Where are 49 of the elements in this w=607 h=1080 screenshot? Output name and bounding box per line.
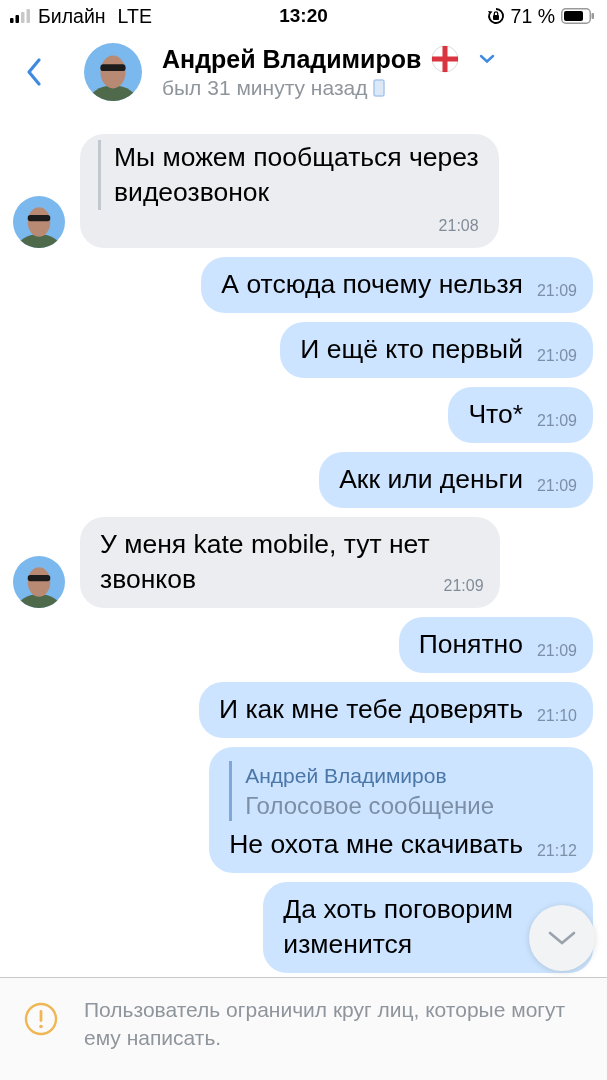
message-text: Акк или деньги (339, 463, 523, 496)
chevron-down-icon (547, 929, 577, 947)
reply-text: Голосовое сообщение (245, 791, 496, 821)
quoted-text: Мы можем пообщаться через видеозвонок (114, 142, 479, 207)
message-time: 21:12 (536, 841, 577, 861)
message-time: 21:09 (536, 281, 577, 301)
message-time: 21:10 (536, 706, 577, 726)
warning-icon (24, 1002, 58, 1036)
battery-percent: 71 % (510, 4, 555, 28)
message-bubble[interactable]: Понятно 21:09 (398, 617, 593, 673)
chevron-down-icon[interactable] (479, 54, 496, 64)
restriction-notice: Пользователь ограничил круг лиц, которые могут ему написать. (84, 997, 567, 1051)
message-time: 21:09 (443, 576, 484, 596)
message-bubble[interactable]: Что* 21:09 (448, 387, 593, 443)
message-text: Не охота мне скачивать (229, 828, 523, 861)
message-bubble[interactable]: У меня kate mobile, тут нет звонков 21:09 (80, 517, 500, 608)
message-text: А отсюда почему нельзя (221, 268, 523, 301)
message-text: У меня kate mobile, тут нет звонков (100, 528, 430, 596)
contact-name[interactable]: Андрей Владимиров (162, 44, 422, 74)
message-text: И как мне тебе доверять (219, 693, 523, 726)
network-type: LTE (117, 4, 152, 28)
rotation-lock-icon (486, 7, 505, 25)
reply-author: Андрей Владимиров (245, 763, 448, 789)
message-text: Что* (468, 398, 523, 431)
message-time: 21:09 (536, 476, 577, 496)
message-time: 21:09 (536, 641, 577, 661)
clock-time: 13:20 (279, 5, 328, 27)
carrier-name: Билайн (38, 4, 106, 28)
phone-icon (373, 78, 386, 97)
message-bubble[interactable]: Акк или деньги 21:09 (319, 452, 593, 508)
message-text: Понятно (418, 628, 523, 661)
signal-icon (10, 9, 32, 23)
flag-icon (431, 45, 460, 73)
message-time: 21:09 (536, 346, 577, 366)
message-text: Да хоть поговорим изменится (283, 893, 513, 961)
message-bubble[interactable]: И ещё кто первый 21:09 (280, 322, 593, 378)
message-time: 21:08 (438, 216, 479, 236)
chevron-left-icon (26, 57, 42, 87)
battery-icon (561, 8, 595, 24)
avatar[interactable] (84, 43, 142, 101)
message-bubble[interactable]: Андрей Владимиров Голосовое сообщение Не охота мне скачивать 21:12 (209, 747, 593, 873)
message-time: 21:09 (536, 411, 577, 431)
message-bubble[interactable]: И как мне тебе доверять 21:10 (199, 682, 593, 738)
message-bubble[interactable]: А отсюда почему нельзя 21:09 (201, 257, 593, 313)
message-bubble[interactable]: Мы можем пообщаться через видеозвонок 21:08 (80, 134, 499, 248)
avatar[interactable] (13, 556, 65, 608)
message-text: И ещё кто первый (300, 333, 523, 366)
avatar[interactable] (13, 196, 65, 248)
last-seen-status: был 31 минуту назад (162, 75, 368, 100)
